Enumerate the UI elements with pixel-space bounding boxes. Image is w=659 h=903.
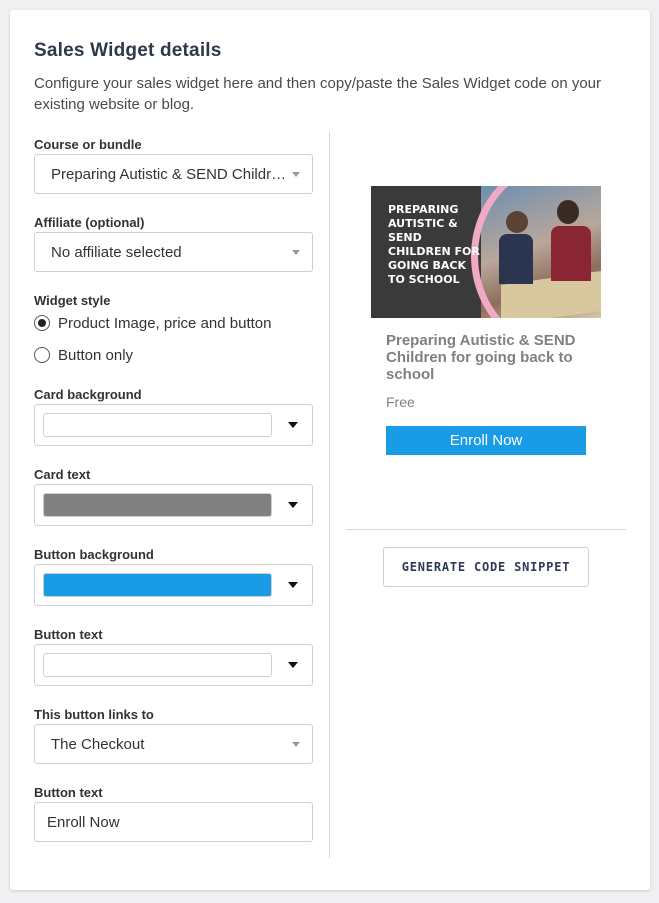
card-text-picker[interactable] bbox=[34, 484, 313, 526]
button-text-input[interactable]: Enroll Now bbox=[34, 802, 313, 842]
button-text-label: Button text bbox=[34, 785, 103, 800]
page-description: Configure your sales widget here and the… bbox=[34, 75, 602, 113]
card-background-picker[interactable] bbox=[34, 404, 313, 446]
course-label: Course or bundle bbox=[34, 137, 142, 152]
dropdown-caret-icon bbox=[292, 250, 300, 255]
color-picker-arrow-icon[interactable] bbox=[288, 582, 298, 588]
button-text-color-swatch bbox=[43, 653, 272, 677]
image-caption: PREPARING AUTISTIC & SEND CHILDREN FOR G… bbox=[388, 203, 480, 286]
preview-enroll-button[interactable]: Enroll Now bbox=[386, 426, 586, 455]
radio-selected-icon[interactable] bbox=[34, 315, 50, 331]
color-picker-arrow-icon[interactable] bbox=[288, 422, 298, 428]
radio-unselected-icon[interactable] bbox=[34, 347, 50, 363]
color-picker-arrow-icon[interactable] bbox=[288, 502, 298, 508]
button-text-color-label: Button text bbox=[34, 627, 103, 642]
button-text-color-picker[interactable] bbox=[34, 644, 313, 686]
course-select-value: Preparing Autistic & SEND Children for g… bbox=[51, 166, 289, 183]
widget-style-label: Widget style bbox=[34, 293, 111, 308]
color-picker-arrow-icon[interactable] bbox=[288, 662, 298, 668]
affiliate-select-value: No affiliate selected bbox=[51, 244, 182, 261]
pink-ring-decoration bbox=[471, 186, 601, 318]
course-preview-image: PREPARING AUTISTIC & SEND CHILDREN FOR G… bbox=[371, 186, 601, 318]
button-background-label: Button background bbox=[34, 547, 154, 562]
course-select[interactable]: Preparing Autistic & SEND Children for g… bbox=[34, 154, 313, 194]
radio-button-only-label: Button only bbox=[58, 346, 134, 364]
affiliate-label: Affiliate (optional) bbox=[34, 215, 145, 230]
sales-widget-card: Sales Widget details Configure your sale… bbox=[10, 10, 650, 890]
card-background-label: Card background bbox=[34, 387, 142, 402]
button-background-picker[interactable] bbox=[34, 564, 313, 606]
links-to-label: This button links to bbox=[34, 707, 154, 722]
card-text-swatch bbox=[43, 493, 272, 517]
generate-code-snippet-button[interactable]: GENERATE CODE SNIPPET bbox=[383, 547, 589, 587]
dropdown-caret-icon bbox=[292, 172, 300, 177]
radio-product-image-label: Product Image, price and button bbox=[58, 314, 272, 332]
links-to-select[interactable]: The Checkout bbox=[34, 724, 313, 764]
preview-price: Free bbox=[386, 394, 415, 410]
page-title: Sales Widget details bbox=[34, 40, 222, 61]
card-background-swatch bbox=[43, 413, 272, 437]
button-background-swatch bbox=[43, 573, 272, 597]
links-to-select-value: The Checkout bbox=[51, 736, 145, 753]
affiliate-select[interactable]: No affiliate selected bbox=[34, 232, 313, 272]
radio-product-image[interactable]: Product Image, price and button bbox=[34, 313, 271, 333]
radio-button-only[interactable]: Button only bbox=[34, 345, 133, 365]
preview-course-title: Preparing Autistic & SEND Children for g… bbox=[386, 332, 576, 383]
card-text-label: Card text bbox=[34, 467, 91, 482]
column-divider bbox=[329, 132, 330, 858]
preview-divider bbox=[346, 529, 626, 530]
dropdown-caret-icon bbox=[292, 742, 300, 747]
